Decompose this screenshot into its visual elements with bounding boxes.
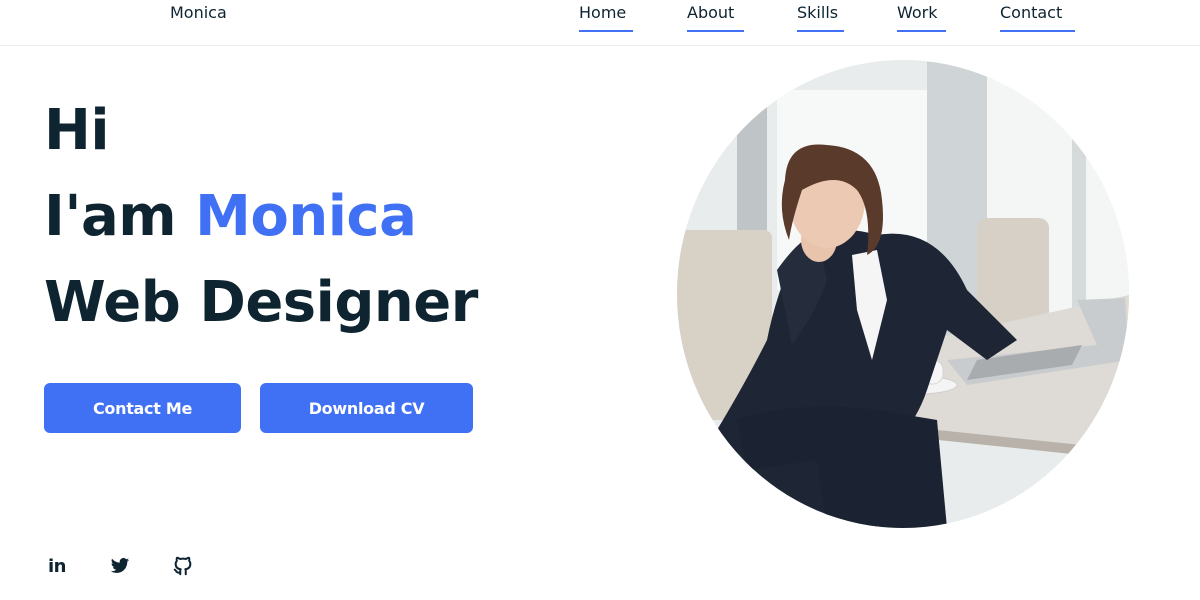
twitter-icon[interactable] [107,554,133,578]
github-icon-glyph [173,556,192,576]
hero-title: Hi I'am Monica Web Designer [44,88,478,346]
profile-photo [677,60,1129,528]
contact-me-button[interactable]: Contact Me [44,383,241,433]
twitter-icon-glyph [110,558,130,573]
linkedin-icon-text: in [48,555,66,577]
hero-intro-prefix: I'am [44,184,196,249]
hero-name: Monica [195,184,417,249]
nav-link-skills[interactable]: Skills [797,3,844,32]
linkedin-icon[interactable]: in [44,554,70,578]
nav-link-contact[interactable]: Contact [1000,3,1075,32]
profile-photo-illustration [677,60,1129,528]
hero-greeting: Hi [44,98,110,163]
nav-link-about[interactable]: About [687,3,744,32]
nav-link-work[interactable]: Work [897,3,946,32]
logo[interactable]: Monica [170,3,227,22]
github-icon[interactable] [170,554,196,578]
hero-intro: I'am Monica [44,174,478,260]
hero-role: Web Designer [44,270,478,335]
nav-link-home[interactable]: Home [579,3,633,32]
download-cv-button[interactable]: Download CV [260,383,473,433]
navbar: Monica Home About Skills Work Contact [0,0,1200,46]
